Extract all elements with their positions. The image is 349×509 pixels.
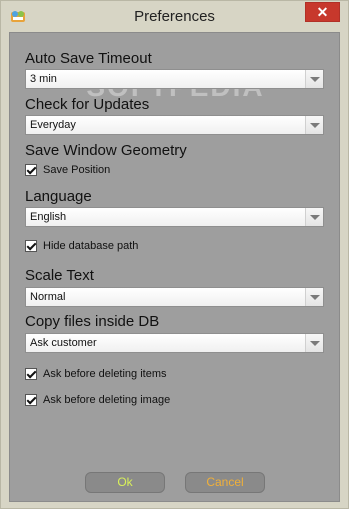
ask-delete-items-label: Ask before deleting items <box>43 368 167 380</box>
scale-text-dropdown[interactable]: Normal <box>25 287 324 307</box>
chevron-down-icon[interactable] <box>305 116 323 134</box>
save-position-checkbox[interactable] <box>25 164 37 176</box>
window-geometry-label: Save Window Geometry <box>25 142 187 159</box>
language-label: Language <box>25 188 92 205</box>
close-icon: ✕ <box>316 4 329 20</box>
language-value: English <box>30 211 67 223</box>
auto-save-value: 3 min <box>30 73 57 85</box>
ok-button[interactable]: Ok <box>85 472 165 493</box>
hide-db-path-checkbox[interactable] <box>25 240 37 252</box>
cancel-button[interactable]: Cancel <box>185 472 265 493</box>
check-updates-label: Check for Updates <box>25 96 150 113</box>
copy-files-value: Ask customer <box>30 337 97 349</box>
chevron-down-icon[interactable] <box>305 208 323 226</box>
ask-delete-image-checkbox[interactable] <box>25 394 37 406</box>
auto-save-label: Auto Save Timeout <box>25 50 152 67</box>
copy-files-dropdown[interactable]: Ask customer <box>25 333 324 353</box>
chevron-down-icon[interactable] <box>305 288 323 306</box>
scale-text-label: Scale Text <box>25 267 94 284</box>
title-bar: Preferences ✕ <box>1 1 348 32</box>
auto-save-dropdown[interactable]: 3 min <box>25 69 324 89</box>
copy-files-label: Copy files inside DB <box>25 313 160 330</box>
save-position-label: Save Position <box>43 164 111 176</box>
scale-text-value: Normal <box>30 291 66 303</box>
chevron-down-icon[interactable] <box>305 70 323 88</box>
close-button[interactable]: ✕ <box>305 2 340 22</box>
check-updates-value: Everyday <box>30 119 76 131</box>
ask-delete-items-checkbox[interactable] <box>25 368 37 380</box>
language-dropdown[interactable]: English <box>25 207 324 227</box>
chevron-down-icon[interactable] <box>305 334 323 352</box>
hide-db-path-label: Hide database path <box>43 240 139 252</box>
window-title: Preferences <box>134 8 215 25</box>
preferences-panel: SOFTPEDIA Auto Save Timeout 3 min Check … <box>9 32 340 502</box>
check-updates-dropdown[interactable]: Everyday <box>25 115 324 135</box>
ask-delete-image-label: Ask before deleting image <box>43 394 171 406</box>
preferences-window: Preferences ✕ SOFTPEDIA Auto Save Timeou… <box>0 0 349 509</box>
